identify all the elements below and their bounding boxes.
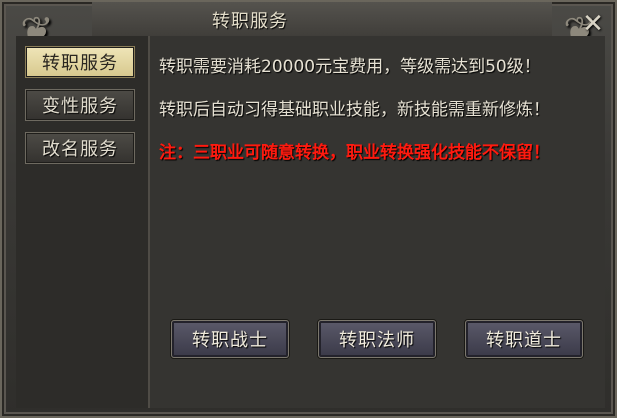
cost-requirement-text: 转职需要消耗20000元宝费用，等级需达到50级！	[159, 57, 541, 77]
service-sidebar: 转职服务 变性服务 改名服务	[16, 36, 150, 408]
change-to-warrior-button[interactable]: 转职战士	[171, 320, 289, 358]
button-label: 转职道士	[486, 330, 562, 351]
tab-label: 改名服务	[42, 139, 118, 160]
button-label: 转职战士	[192, 330, 268, 351]
job-change-window: ❦ ❦ ❧ ❧ 转职服务 ✕ 转职服务 变性服务 改名服务 转职需要消耗2000…	[0, 0, 617, 418]
tab-job-change-service[interactable]: 转职服务	[25, 46, 135, 78]
window-title: 转职服务	[212, 11, 288, 32]
tab-gender-change-service[interactable]: 变性服务	[25, 89, 135, 121]
tab-label: 转职服务	[42, 53, 118, 74]
tab-rename-service[interactable]: 改名服务	[25, 132, 135, 164]
change-to-taoist-button[interactable]: 转职道士	[465, 320, 583, 358]
change-to-mage-button[interactable]: 转职法师	[318, 320, 436, 358]
close-icon: ✕	[582, 9, 604, 39]
service-content-panel: 转职需要消耗20000元宝费用，等级需达到50级！ 转职后自动习得基础职业技能，…	[150, 36, 605, 408]
title-bar[interactable]: 转职服务	[92, 2, 552, 37]
skill-info-text: 转职后自动习得基础职业技能，新技能需重新修炼！	[159, 100, 550, 120]
button-label: 转职法师	[339, 330, 415, 351]
tab-label: 变性服务	[42, 96, 118, 117]
warning-note-text: 注：三职业可随意转换，职业转换强化技能不保留！	[159, 143, 550, 163]
